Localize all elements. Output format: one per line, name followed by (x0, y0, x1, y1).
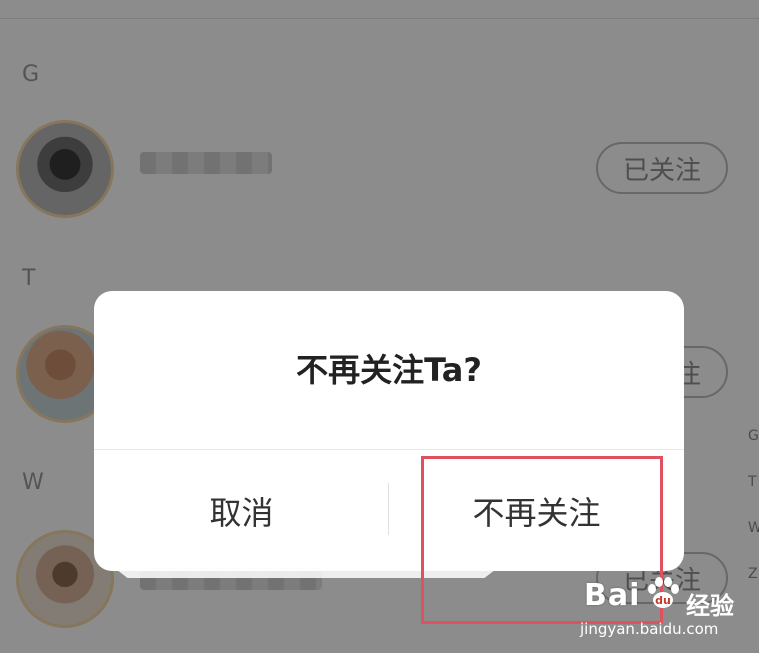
dialog-title: 不再关注Ta? (296, 351, 482, 389)
watermark-url: jingyan.baidu.com (580, 620, 719, 638)
watermark-brand: Bai (584, 578, 641, 613)
baidu-watermark: Bai du 经验 jingyan.baidu.com (578, 574, 748, 644)
watermark-brand-cn: 经验 (686, 592, 734, 620)
paw-icon: du (648, 577, 679, 608)
cancel-button[interactable]: 取消 (94, 450, 389, 571)
svg-text:du: du (655, 594, 671, 607)
